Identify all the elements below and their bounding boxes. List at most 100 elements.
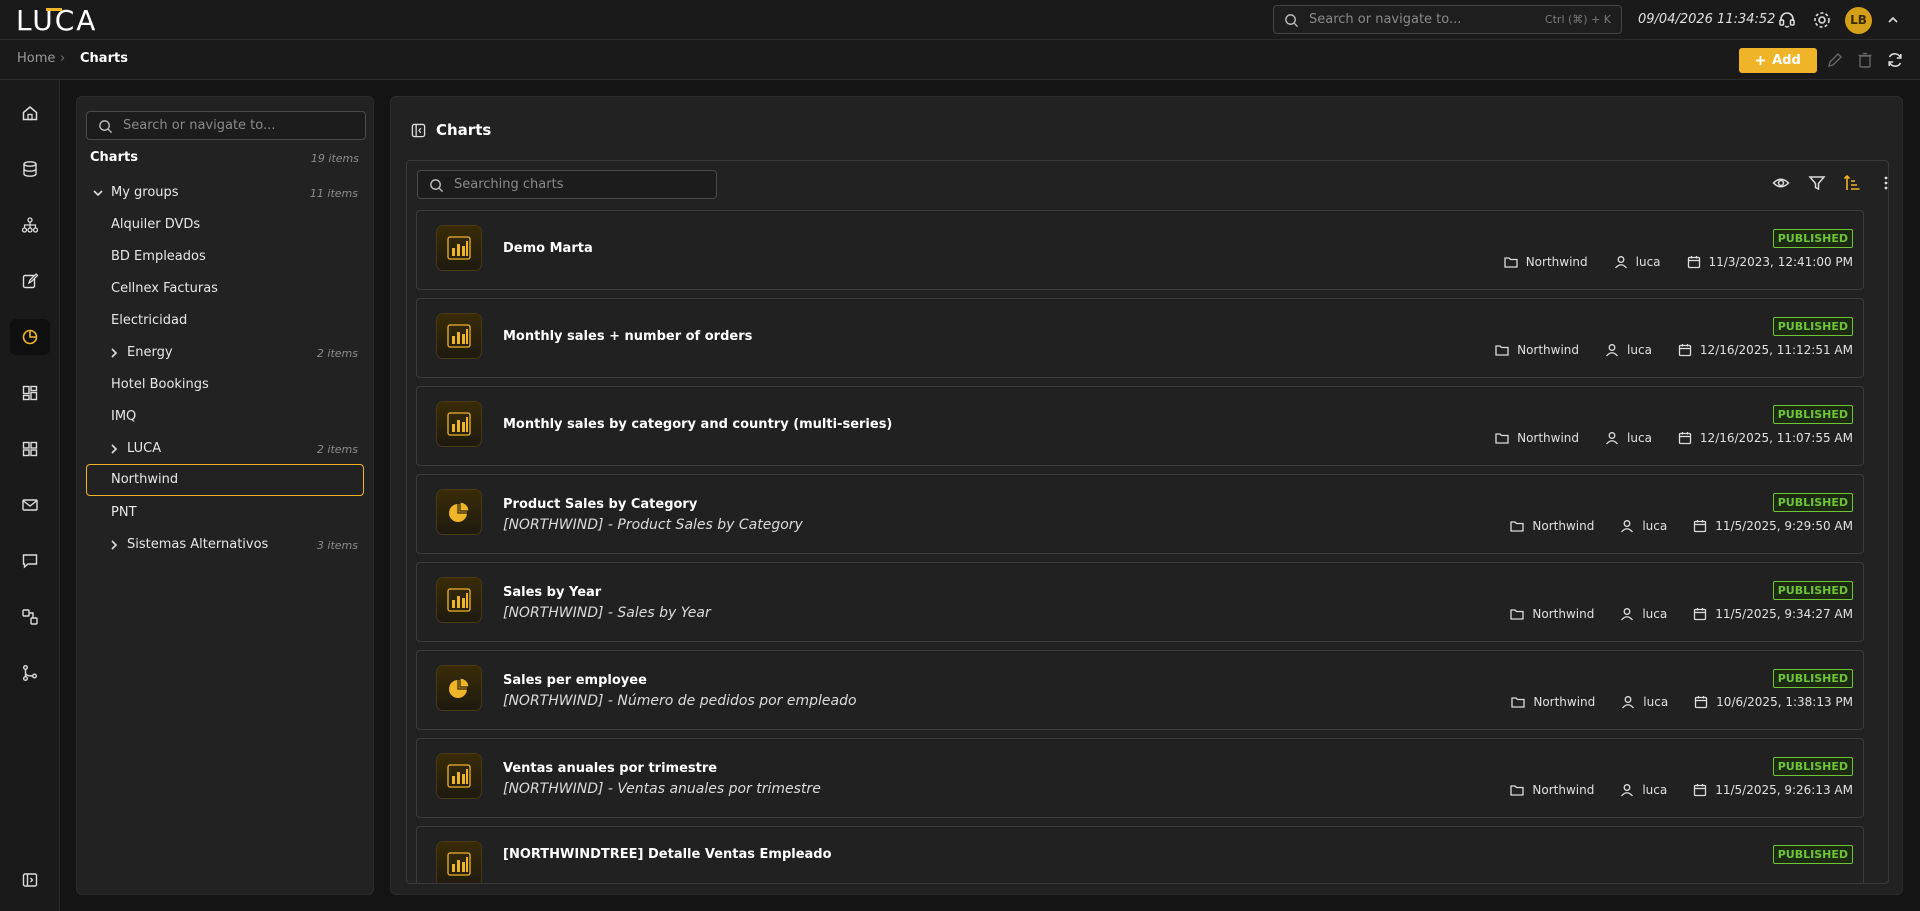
chart-title: Demo Marta <box>503 241 593 256</box>
chevron-up-icon[interactable] <box>1886 13 1900 27</box>
tree-item-count: 11 items <box>309 187 358 200</box>
status-badge: PUBLISHED <box>1772 405 1853 424</box>
tree-item-label: LUCA <box>127 441 162 456</box>
pie-chart-nav-icon <box>22 329 38 345</box>
nav-workflows[interactable] <box>10 599 50 635</box>
chart-date: 10/6/2025, 1:38:13 PM <box>1716 695 1853 709</box>
gear-icon[interactable] <box>1812 10 1832 30</box>
nav-git[interactable] <box>10 655 50 691</box>
tree-item-label: Northwind <box>111 472 179 487</box>
pie-chart-icon <box>437 490 481 534</box>
chart-date: 12/16/2025, 11:12:51 AM <box>1699 343 1853 357</box>
tree-item-count: 2 items <box>316 347 358 360</box>
tree-item-label: My groups <box>111 185 179 200</box>
search-icon <box>430 179 444 193</box>
chart-card[interactable]: Sales by Year [NORTHWIND] - Sales by Yea… <box>416 562 1864 642</box>
tree-item-energy[interactable]: Energy 2 items <box>86 338 364 368</box>
app-logo[interactable]: LUCA <box>16 4 97 37</box>
edit-icon[interactable] <box>1826 51 1844 69</box>
chart-subtitle: [NORTHWIND] - Product Sales by Category <box>503 517 803 533</box>
chart-subtitle: [NORTHWIND] - Número de pedidos por empl… <box>503 693 857 709</box>
pie-chart-icon <box>437 666 481 710</box>
charts-list: Searching charts Demo Marta PUBLISHED No… <box>406 160 1889 884</box>
chart-date: 12/16/2025, 11:07:55 AM <box>1699 431 1853 445</box>
chart-meta: Northwind luca 11/5/2025, 9:34:27 AM <box>1510 607 1853 621</box>
tree-title: Charts <box>90 150 138 165</box>
tree-item-bd-empleados[interactable]: BD Empleados <box>86 242 364 272</box>
tree-item-pnt[interactable]: PNT <box>86 498 364 528</box>
tree-item-imq[interactable]: IMQ <box>86 402 364 432</box>
headset-icon[interactable] <box>1777 10 1797 30</box>
tree-item-luca[interactable]: LUCA 2 items <box>86 434 364 464</box>
nav-home[interactable] <box>10 95 50 131</box>
nav-messages[interactable] <box>10 543 50 579</box>
global-search-placeholder: Search or navigate to... <box>1309 12 1462 27</box>
bar-chart-icon <box>437 754 481 798</box>
nav-charts[interactable] <box>10 319 50 355</box>
calendar-icon <box>1687 256 1700 269</box>
chat-icon <box>22 554 38 569</box>
chart-card[interactable]: Ventas anuales por trimestre [NORTHWIND]… <box>416 738 1864 818</box>
tree-item-alquiler-dvds[interactable]: Alquiler DVDs <box>86 210 364 240</box>
nav-editor[interactable] <box>10 263 50 299</box>
chart-meta: Northwind luca 12/16/2025, 11:07:55 AM <box>1495 431 1853 445</box>
plus-icon <box>1756 55 1766 66</box>
sidebar-toggle-icon <box>22 873 38 887</box>
user-icon <box>1621 520 1634 533</box>
sort-icon[interactable] <box>1843 174 1861 192</box>
tree-item-hotel-bookings[interactable]: Hotel Bookings <box>86 370 364 400</box>
panel-toggle-icon[interactable] <box>411 123 426 138</box>
chart-title: Ventas anuales por trimestre <box>503 761 718 776</box>
chart-meta: Northwind luca 11/3/2023, 12:41:00 PM <box>1504 255 1853 269</box>
chart-group: Northwind <box>1517 431 1580 445</box>
nav-apps[interactable] <box>10 431 50 467</box>
search-icon <box>99 120 113 134</box>
nav-dashboards[interactable] <box>10 375 50 411</box>
filter-icon[interactable] <box>1808 174 1826 192</box>
eye-icon[interactable] <box>1772 174 1790 192</box>
chart-group: Northwind <box>1532 607 1595 621</box>
chart-card[interactable]: [NORTHWINDTREE] Detalle Ventas Empleado … <box>416 826 1864 883</box>
breadcrumb-home[interactable]: Home <box>17 51 55 66</box>
tree-title-count: 19 items <box>310 152 359 165</box>
chevron-right-icon <box>111 444 118 454</box>
tree-item-cellnex-facturas[interactable]: Cellnex Facturas <box>86 274 364 304</box>
tree-item-electricidad[interactable]: Electricidad <box>86 306 364 336</box>
chart-card[interactable]: Sales per employee [NORTHWIND] - Número … <box>416 650 1864 730</box>
global-search-input[interactable]: Search or navigate to... Ctrl (⌘) + K <box>1273 5 1622 34</box>
calendar-icon <box>1678 432 1692 445</box>
chart-date: 11/3/2023, 12:41:00 PM <box>1708 255 1853 269</box>
trash-icon[interactable] <box>1856 51 1874 69</box>
chart-title: Sales per employee <box>503 673 647 688</box>
more-vertical-icon[interactable] <box>1877 174 1889 192</box>
add-button[interactable]: Add <box>1739 48 1817 73</box>
user-avatar[interactable]: LB <box>1845 7 1872 34</box>
status-badge: PUBLISHED <box>1772 581 1853 600</box>
calendar-icon <box>1694 608 1707 621</box>
nav-mail[interactable] <box>10 487 50 523</box>
chart-card[interactable]: Product Sales by Category [NORTHWIND] - … <box>416 474 1864 554</box>
chart-card[interactable]: Monthly sales + number of orders PUBLISH… <box>416 298 1864 378</box>
refresh-icon[interactable] <box>1886 51 1904 69</box>
git-branch-icon <box>23 665 37 681</box>
nav-databases[interactable] <box>10 151 50 187</box>
folder-icon <box>1504 257 1518 268</box>
user-icon <box>1606 344 1619 357</box>
hierarchy-icon <box>21 217 39 233</box>
tree-item-northwind[interactable]: Northwind <box>86 464 364 496</box>
user-icon <box>1621 608 1634 621</box>
chart-card[interactable]: Demo Marta PUBLISHED Northwind luca 11/3… <box>416 210 1864 290</box>
grid-icon <box>22 441 38 457</box>
bar-chart-icon <box>437 578 481 622</box>
status-badge: PUBLISHED <box>1772 317 1853 336</box>
tree-item-count: 2 items <box>316 443 358 456</box>
user-icon <box>1606 432 1619 445</box>
tree-item-sistemas-alternativos[interactable]: Sistemas Alternativos 3 items <box>86 530 364 560</box>
nav-collapse[interactable] <box>10 862 50 898</box>
tree-search-input[interactable]: Search or navigate to... <box>86 111 366 140</box>
chart-card[interactable]: Monthly sales by category and country (m… <box>416 386 1864 466</box>
chart-search-input[interactable]: Searching charts <box>417 170 717 199</box>
nav-models[interactable] <box>10 207 50 243</box>
tree-group-my-groups[interactable]: My groups 11 items <box>86 178 364 208</box>
home-icon <box>22 106 38 121</box>
